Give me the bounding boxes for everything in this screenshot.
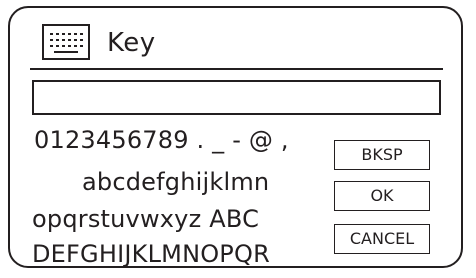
key-row-lowercase-a-n[interactable]: abcdefghijklmn <box>82 168 269 196</box>
keyboard-icon <box>42 24 90 60</box>
backspace-button[interactable]: BKSP <box>334 140 430 170</box>
key-row-uppercase-d-r[interactable]: DEFGHIJKLMNOPQR <box>32 240 270 268</box>
ok-button[interactable]: OK <box>334 181 430 211</box>
text-entry-field[interactable] <box>32 80 441 115</box>
cancel-button[interactable]: CANCEL <box>334 224 430 254</box>
key-row-lowercase-o-z-uppercase[interactable]: opqrstuvwxyz ABC <box>32 205 259 233</box>
title-divider <box>30 68 443 70</box>
dialog-title: Key <box>107 28 156 58</box>
key-row-digits-symbols[interactable]: 0123456789 . _ - @ , <box>34 126 289 154</box>
